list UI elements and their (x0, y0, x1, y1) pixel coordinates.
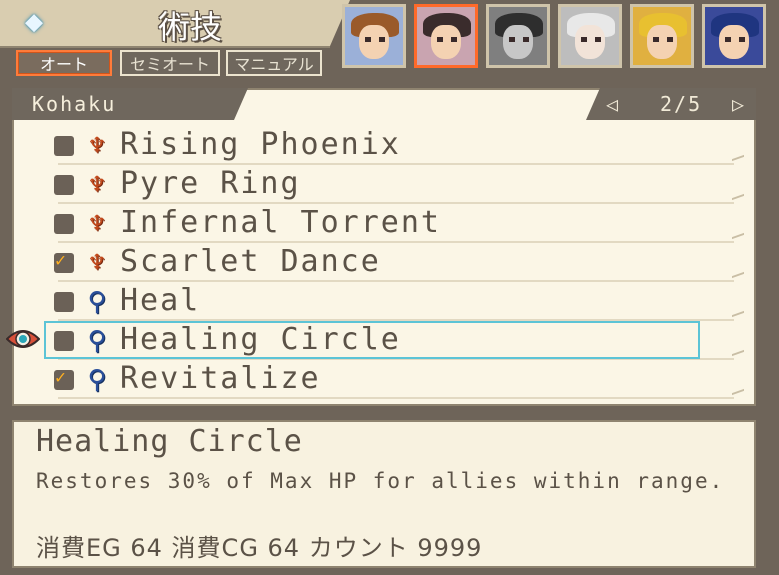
skill-row[interactable]: ♆ Pyre Ring (14, 165, 754, 204)
skill-row[interactable]: ♆ Scarlet Dance (14, 243, 754, 282)
mode-semi-auto-button[interactable]: セミオート (120, 50, 220, 76)
pager-text: 2/5 (660, 92, 703, 116)
checkbox-checked[interactable] (54, 250, 74, 273)
mode-manual-button[interactable]: マニュアル (226, 50, 322, 76)
staff-icon: ⚲ (87, 287, 107, 317)
skill-row[interactable]: ♆ Infernal Torrent (14, 204, 754, 243)
checkbox-checked[interactable] (54, 367, 74, 390)
menu-title: 術技 (158, 8, 223, 46)
character-name: Kohaku (32, 92, 117, 116)
selection-highlight (44, 321, 700, 359)
fire-emblem-icon: ♆ (89, 248, 105, 278)
skill-name: Scarlet Dance (120, 244, 381, 279)
party-portrait-1[interactable] (342, 4, 406, 68)
checkbox[interactable] (54, 136, 74, 156)
checkbox[interactable] (54, 292, 74, 312)
pager-prev-icon[interactable]: ◁ (606, 92, 618, 116)
fire-emblem-icon: ♆ (89, 131, 105, 161)
skill-row[interactable]: ♆ Rising Phoenix (14, 126, 754, 165)
skill-name: Infernal Torrent (120, 205, 441, 240)
diamond-icon: ◆ (24, 4, 44, 39)
party-portrait-2[interactable] (414, 4, 478, 68)
skill-name: Pyre Ring (120, 166, 301, 201)
party-portrait-5[interactable] (630, 4, 694, 68)
skill-name: Rising Phoenix (120, 127, 401, 162)
fire-emblem-icon: ♆ (89, 170, 105, 200)
mode-auto-button[interactable]: オート (16, 50, 112, 76)
description-cost: 消費EG 64 消費CG 64 カウント 9999 (36, 534, 483, 562)
fire-emblem-icon: ♆ (89, 209, 105, 239)
description-text: Restores 30% of Max HP for allies within… (36, 469, 725, 493)
checkbox[interactable] (54, 175, 74, 195)
staff-icon: ⚲ (87, 365, 107, 395)
skill-row[interactable]: ⚲ Revitalize (14, 360, 754, 399)
party-portrait-6[interactable] (702, 4, 766, 68)
checkbox[interactable] (54, 214, 74, 234)
skill-name: Heal (120, 283, 201, 318)
party-portrait-3[interactable] (486, 4, 550, 68)
description-title: Healing Circle (36, 424, 303, 459)
skill-row[interactable]: ⚲ Heal (14, 282, 754, 321)
panel-edge (760, 88, 774, 406)
pager-next-icon[interactable]: ▷ (732, 92, 744, 116)
skill-name: Revitalize (120, 361, 321, 396)
party-portrait-4[interactable] (558, 4, 622, 68)
eye-cursor-icon (6, 330, 40, 348)
